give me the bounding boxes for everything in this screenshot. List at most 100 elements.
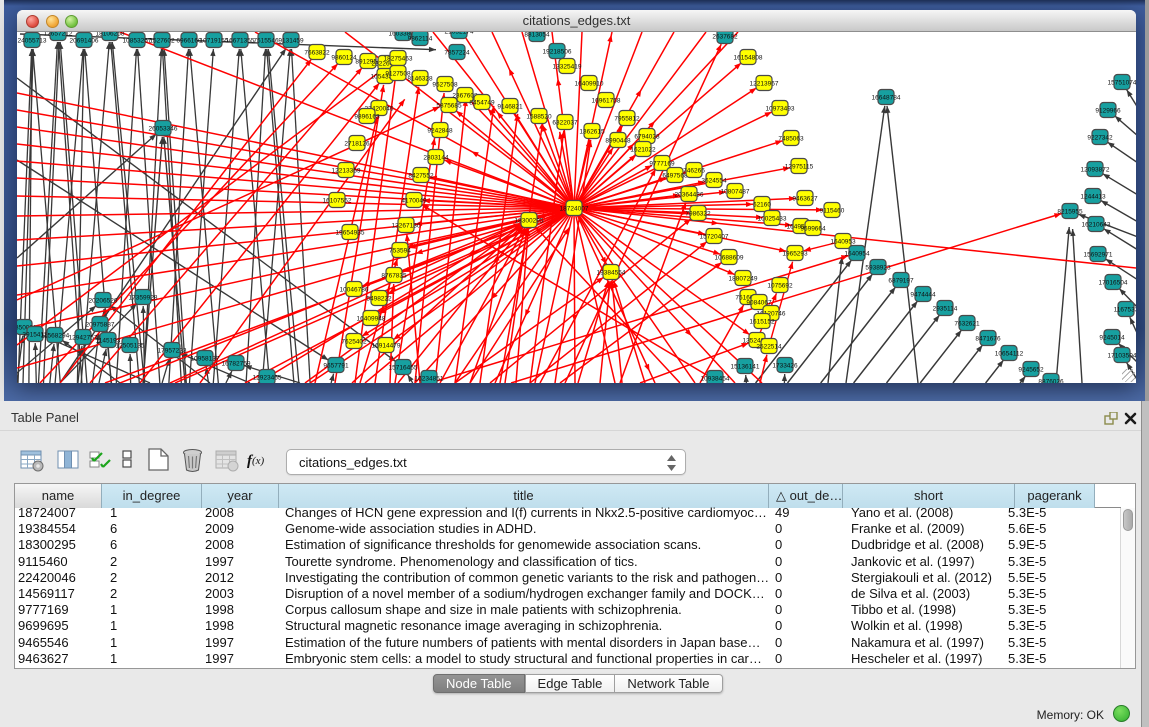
svg-text:15716465: 15716465 — [389, 364, 418, 371]
svg-text:12657212: 12657212 — [44, 32, 73, 37]
svg-text:19654935: 19654935 — [336, 229, 365, 236]
svg-text:17016504: 17016504 — [1099, 279, 1128, 286]
svg-text:9131459: 9131459 — [278, 37, 304, 44]
svg-text:15136141: 15136141 — [731, 363, 760, 370]
svg-text:9245652: 9245652 — [1018, 366, 1044, 373]
svg-text:7857224: 7857224 — [444, 49, 470, 56]
svg-text:9862114: 9862114 — [408, 35, 433, 42]
svg-text:746266: 746266 — [683, 167, 705, 174]
svg-text:9146821: 9146821 — [497, 103, 523, 110]
svg-text:15720407: 15720407 — [700, 233, 729, 240]
svg-text:8454749: 8454749 — [469, 99, 495, 106]
svg-text:12505135: 12505135 — [116, 342, 145, 349]
svg-text:16107552: 16107552 — [323, 197, 352, 204]
svg-text:24055713: 24055713 — [18, 37, 47, 44]
svg-text:15751074: 15751074 — [1108, 79, 1136, 86]
svg-text:7515546: 7515546 — [253, 37, 279, 44]
svg-text:9527508: 9527508 — [432, 81, 458, 88]
svg-text:16648784: 16648784 — [872, 94, 901, 101]
svg-text:16409910: 16409910 — [575, 80, 604, 87]
svg-text:10973493: 10973493 — [766, 105, 795, 112]
svg-text:16782759: 16782759 — [222, 360, 251, 367]
svg-text:10807487: 10807487 — [721, 188, 750, 195]
svg-text:1615152: 1615152 — [749, 318, 775, 325]
svg-text:8813054: 8813054 — [524, 32, 550, 38]
svg-text:1244413: 1244413 — [1080, 193, 1106, 200]
svg-text:753594: 753594 — [389, 247, 411, 254]
svg-text:21052174: 21052174 — [445, 32, 474, 35]
svg-text:(x): (x) — [252, 455, 265, 467]
svg-text:3624554: 3624554 — [701, 177, 727, 184]
svg-text:1075692: 1075692 — [767, 282, 793, 289]
svg-text:9227342: 9227342 — [1087, 134, 1113, 141]
svg-text:12942757: 12942757 — [69, 334, 98, 341]
svg-text:9777169: 9777169 — [649, 160, 675, 167]
svg-text:4170049: 4170049 — [401, 197, 427, 204]
svg-text:2718126: 2718126 — [344, 140, 370, 147]
svg-text:5875685: 5875685 — [436, 102, 462, 109]
svg-text:17957223: 17957223 — [158, 347, 187, 354]
svg-text:1362615: 1362615 — [579, 128, 605, 135]
svg-text:1965293: 1965293 — [782, 250, 808, 257]
svg-text:5498222: 5498222 — [366, 295, 392, 302]
svg-text:1640953: 1640953 — [830, 238, 856, 245]
svg-text:10688609: 10688609 — [715, 254, 744, 261]
svg-text:9115460: 9115460 — [820, 207, 845, 214]
svg-text:8471676: 8471676 — [975, 335, 1001, 342]
svg-text:10654112: 10654112 — [995, 350, 1024, 357]
svg-text:10853267: 10853267 — [123, 37, 152, 44]
svg-text:16671355: 16671355 — [226, 37, 255, 44]
svg-text:5938923: 5938923 — [865, 264, 891, 271]
svg-text:26053346: 26053346 — [149, 125, 178, 132]
svg-text:8215955: 8215955 — [1057, 208, 1083, 215]
svg-text:16210643: 16210643 — [1082, 221, 1111, 228]
svg-text:18106258: 18106258 — [96, 32, 125, 37]
svg-text:10958137: 10958137 — [191, 355, 220, 362]
svg-text:16914479: 16914479 — [372, 342, 401, 349]
svg-text:7485063: 7485063 — [778, 135, 804, 142]
svg-text:15692971: 15692971 — [1084, 251, 1113, 258]
svg-text:1588520: 1588520 — [526, 113, 552, 120]
svg-text:6794028: 6794028 — [634, 133, 660, 140]
svg-text:10719155: 10719155 — [200, 37, 229, 44]
svg-text:20364436: 20364436 — [675, 191, 704, 198]
svg-text:8876026: 8876026 — [1038, 378, 1064, 383]
svg-text:8146328: 8146328 — [407, 75, 433, 82]
svg-text:9245014: 9245014 — [1099, 334, 1125, 341]
svg-text:18300295: 18300295 — [515, 217, 544, 224]
svg-text:16961758: 16961758 — [592, 97, 621, 104]
svg-text:9699664: 9699664 — [800, 225, 826, 232]
svg-text:20975887: 20975887 — [86, 321, 115, 328]
svg-text:18275463: 18275463 — [384, 55, 413, 62]
svg-text:8990448: 8990448 — [605, 137, 631, 144]
svg-text:16409948: 16409948 — [357, 315, 386, 322]
svg-text:1527602: 1527602 — [149, 37, 175, 44]
svg-text:6966160: 6966160 — [176, 37, 202, 44]
svg-text:17359928: 17359928 — [129, 294, 158, 301]
svg-text:9463627: 9463627 — [792, 195, 818, 202]
svg-text:12213369: 12213369 — [332, 167, 361, 174]
svg-text:9474444: 9474444 — [910, 291, 936, 298]
svg-text:2637682: 2637682 — [712, 33, 738, 40]
svg-text:2935114: 2935114 — [933, 305, 958, 312]
svg-text:7955812: 7955812 — [614, 115, 640, 122]
svg-text:8427552: 8427552 — [408, 172, 434, 179]
svg-text:20206526: 20206526 — [89, 297, 118, 304]
svg-text:7663822: 7663822 — [304, 49, 330, 56]
svg-text:9129966: 9129966 — [1095, 107, 1121, 114]
svg-text:13267130: 13267130 — [392, 222, 421, 229]
svg-text:10025433: 10025433 — [758, 215, 787, 222]
svg-text:9657791: 9657791 — [323, 362, 349, 369]
svg-text:7625402: 7625402 — [341, 338, 367, 345]
svg-text:17103504: 17103504 — [1108, 352, 1136, 359]
svg-text:10938454: 10938454 — [701, 375, 730, 382]
svg-text:12213967: 12213967 — [750, 80, 779, 87]
svg-text:9860124: 9860124 — [331, 54, 357, 61]
svg-text:11568294: 11568294 — [41, 332, 70, 339]
svg-text:18724007: 18724007 — [560, 205, 589, 212]
svg-text:20691406: 20691406 — [70, 37, 99, 44]
svg-text:6322037: 6322037 — [552, 119, 578, 126]
svg-text:12923465: 12923465 — [253, 374, 282, 381]
svg-text:12975115: 12975115 — [785, 163, 814, 170]
svg-text:13325419: 13325419 — [553, 63, 582, 70]
